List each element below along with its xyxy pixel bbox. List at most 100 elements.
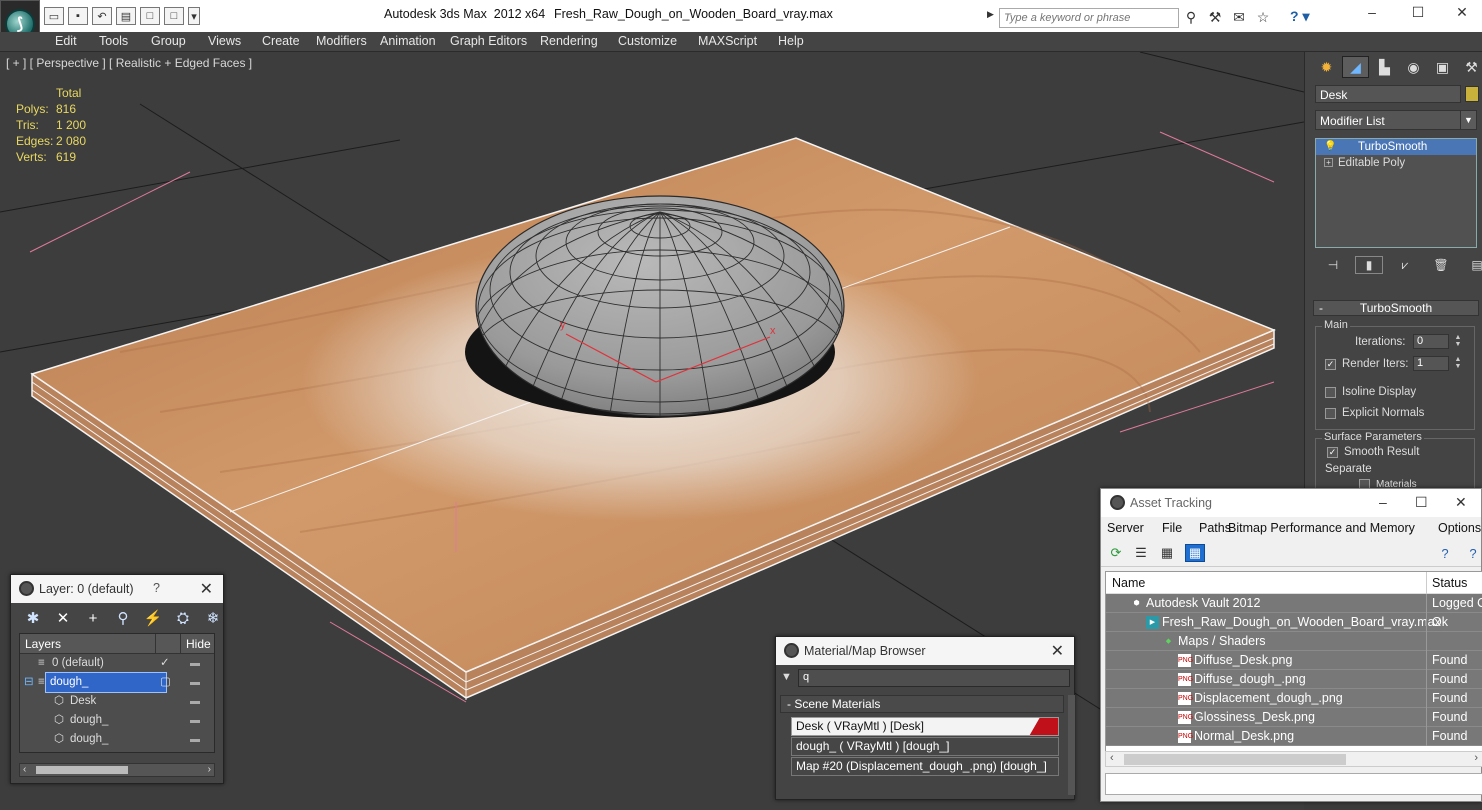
close-button[interactable]: ✕ [1455,494,1467,511]
save-icon[interactable]: ▪ [68,7,88,25]
scroll-left-icon[interactable]: ‹ [1110,752,1114,764]
smooth-result-checkbox[interactable]: ✓ [1327,446,1338,458]
hierarchy-tab-icon[interactable]: ▙ [1371,56,1398,78]
layer-row-dough[interactable]: ⊟ ≡ dough_ ▢ ▬ [20,672,214,693]
spinner-arrows-icon[interactable]: ▲ ▼ [1453,334,1463,349]
isoline-checkbox[interactable] [1325,386,1336,398]
layer-row-desk[interactable]: ⬡ Desk ▬ [20,692,214,711]
add-to-layer-icon[interactable]: + [81,607,105,629]
menu-graph-editors[interactable]: Graph Editors [450,34,527,48]
table-row[interactable]: PNG Normal_Desk.png Found [1106,727,1482,746]
stack-item-turbosmooth[interactable]: 💡 TurboSmooth [1316,139,1476,155]
scroll-thumb[interactable] [1124,754,1346,765]
layer-row-default[interactable]: ≡ 0 (default) ✓ ▬ [20,654,214,673]
filter-dropdown-icon[interactable]: ▼ [781,671,792,683]
make-unique-icon[interactable]: ⩗ [1391,256,1419,274]
hide-toggle-icon[interactable]: ▬ [190,730,200,749]
table-row[interactable]: PNG Diffuse_dough_.png Found [1106,670,1482,689]
current-layer-icon[interactable]: ▢ [160,673,171,692]
menu-rendering[interactable]: Rendering [540,34,598,48]
maximize-button[interactable]: ☐ [1398,4,1438,24]
scene-materials-group[interactable]: - Scene Materials [780,695,1064,713]
asset-menu-file[interactable]: File [1162,521,1182,535]
table-row[interactable]: ▶ Fresh_Raw_Dough_on_Wooden_Board_vray.m… [1106,613,1482,632]
settings-icon[interactable]: ? [1463,544,1482,562]
layer-row-dough-obj[interactable]: ⬡ dough_ ▬ [20,711,214,730]
new-scene-icon[interactable]: □ [140,7,160,25]
material-item-desk[interactable]: Desk ( VRayMtl ) [Desk] [791,717,1059,736]
asset-hscrollbar[interactable]: ‹ › [1105,751,1482,767]
help-icon[interactable]: ? ▾ [1290,8,1320,26]
table-row[interactable]: PNG Diffuse_Desk.png Found [1106,651,1482,670]
hold-icon[interactable]: ▤ [116,7,136,25]
material-item-dough[interactable]: dough_ ( VRayMtl ) [dough_] [791,737,1059,756]
asset-menu-server[interactable]: Server [1107,521,1144,535]
explicit-normals-row[interactable]: Explicit Normals [1325,407,1424,419]
close-icon[interactable]: ✕ [1051,641,1064,661]
create-tab-icon[interactable]: ✹ [1313,56,1340,78]
spinner-arrows-icon[interactable]: ▲ ▼ [1453,356,1463,371]
lightbulb-icon[interactable]: 💡 [1324,139,1336,155]
tree-view-icon[interactable]: ▦ [1157,544,1177,562]
material-vscrollbar[interactable] [1068,695,1075,795]
hide-toggle-icon[interactable]: ▬ [190,711,200,730]
display-tab-icon[interactable]: ▣ [1429,56,1456,78]
scroll-right-icon[interactable]: › [1474,752,1478,764]
render-iters-spinner[interactable]: 1 [1413,356,1449,371]
menu-views[interactable]: Views [208,34,241,48]
table-row[interactable]: ⬢ Autodesk Vault 2012 Logged O [1106,594,1482,613]
table-row[interactable]: PNG Displacement_dough_.png Found [1106,689,1482,708]
col-hide[interactable]: Hide [186,637,211,651]
checkmark-icon[interactable]: ✓ [160,654,170,673]
asset-menu-options[interactable]: Options [1438,521,1481,535]
table-row[interactable]: PNG Glossiness_Desk.png Found [1106,708,1482,727]
minimize-button[interactable]: – [1352,4,1392,24]
list-view-icon[interactable]: ☰ [1131,544,1151,562]
turbosmooth-rollout-header[interactable]: - TurboSmooth [1313,300,1479,316]
project-folder-icon[interactable]: □ [164,7,184,25]
utilities-tab-icon[interactable]: ⚒ [1458,56,1482,78]
menu-edit[interactable]: Edit [55,34,77,48]
render-iters-row[interactable]: ✓ Render Iters: [1325,358,1408,370]
menu-customize[interactable]: Customize [618,34,677,48]
smooth-result-row[interactable]: ✓ Smooth Result [1327,446,1419,458]
close-icon[interactable]: ✕ [200,579,213,599]
show-end-result-icon[interactable]: ▮ [1355,256,1383,274]
freeze-all-icon[interactable]: ❄ [201,607,225,629]
binoculars-icon[interactable]: ⚲ [1182,8,1200,26]
asset-menu-paths[interactable]: Paths [1199,521,1231,535]
modify-tab-icon[interactable]: ◢ [1342,56,1369,78]
menu-tools[interactable]: Tools [99,34,128,48]
search-input[interactable] [999,8,1179,28]
highlight-layer-icon[interactable]: ⚡ [141,607,165,629]
menu-create[interactable]: Create [262,34,300,48]
search-expand-icon[interactable]: ▶ [987,9,997,23]
undo-icon[interactable]: ↶ [92,7,112,25]
render-iters-checkbox[interactable]: ✓ [1325,358,1336,370]
col-status[interactable]: Status [1432,576,1467,590]
pin-stack-icon[interactable]: ⊣ [1319,256,1347,274]
scroll-thumb[interactable] [36,766,128,774]
modifier-list-dropdown[interactable]: Modifier List ▼ [1315,110,1477,130]
hide-toggle-icon[interactable]: ▬ [190,692,200,711]
menu-modifiers[interactable]: Modifiers [316,34,367,48]
close-button[interactable]: ✕ [1442,4,1482,24]
scroll-left-icon[interactable]: ‹ [23,764,26,775]
asset-menu-bitmap[interactable]: Bitmap Performance and Memory [1228,521,1415,535]
col-layers[interactable]: Layers [25,637,61,651]
material-item-map20[interactable]: Map #20 (Displacement_dough_.png) [dough… [791,757,1059,776]
menu-maxscript[interactable]: MAXScript [698,34,757,48]
subscription-icon[interactable]: ⚒ [1206,8,1224,26]
collapse-icon[interactable]: ⊟ [24,673,34,692]
minimize-button[interactable]: – [1379,494,1387,510]
iterations-spinner[interactable]: 0 [1413,334,1449,349]
object-name-field[interactable]: Desk [1315,85,1461,103]
favorites-icon[interactable]: ☆ [1254,8,1272,26]
col-name[interactable]: Name [1112,576,1145,590]
help-icon[interactable]: ? [153,581,160,595]
motion-tab-icon[interactable]: ◉ [1400,56,1427,78]
menu-help[interactable]: Help [778,34,804,48]
table-row[interactable]: ◆ Maps / Shaders [1106,632,1482,651]
delete-layer-icon[interactable]: ✕ [51,607,75,629]
select-objects-icon[interactable]: ⚲ [111,607,135,629]
